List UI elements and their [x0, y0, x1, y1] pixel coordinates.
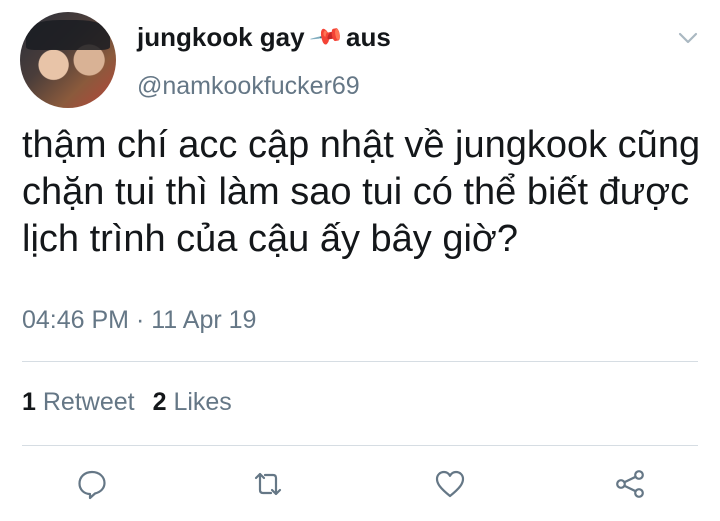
tweet-time: 04:46 PM [22, 306, 130, 334]
likes-stat[interactable]: 2 Likes [153, 388, 232, 416]
avatar[interactable] [20, 12, 116, 108]
tweet-date: 11 Apr 19 [151, 306, 257, 334]
author-handle[interactable]: @namkookfucker69 [137, 72, 360, 101]
retweet-icon[interactable] [250, 466, 286, 502]
likes-label: Likes [173, 388, 232, 416]
display-name-text: jungkook gay [137, 22, 305, 52]
reply-icon[interactable] [74, 466, 110, 502]
retweets-stat[interactable]: 1 Retweet [22, 388, 135, 416]
likes-count: 2 [152, 388, 167, 416]
retweets-label: Retweet [42, 388, 135, 416]
tweet-text: thậm chí acc cập nhật về jungkook cũng c… [22, 124, 701, 260]
engagement-stats: 1 Retweet 2 Likes [22, 388, 232, 417]
chevron-down-icon[interactable] [676, 26, 700, 50]
tweet-detail: jungkook gay 📌aus @namkookfucker69 thậm c… [0, 0, 720, 521]
pushpin-icon: 📌 [308, 18, 345, 55]
divider [22, 445, 698, 446]
author-display-name[interactable]: jungkook gay 📌aus [137, 18, 391, 54]
share-icon[interactable] [612, 466, 648, 502]
heart-icon[interactable] [432, 466, 468, 502]
tweet-timestamp[interactable]: 04:46 PM · 11 Apr 19 [22, 306, 256, 335]
timestamp-separator: · [135, 306, 145, 334]
retweets-count: 1 [22, 388, 36, 416]
display-name-suffix: aus [345, 22, 391, 52]
divider [22, 361, 698, 362]
